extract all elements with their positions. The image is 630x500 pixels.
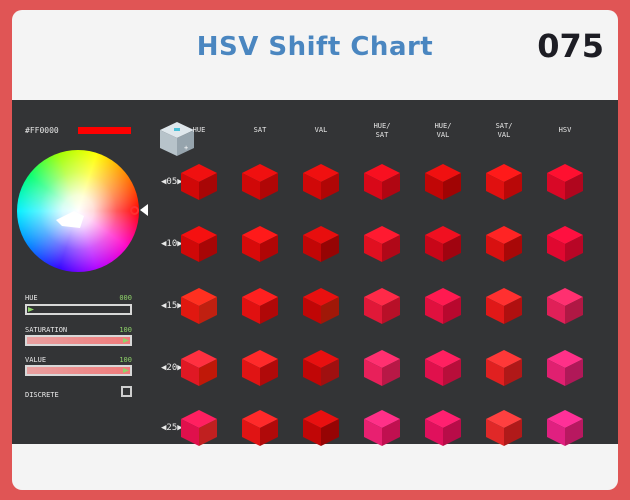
cube-cell[interactable] <box>240 286 280 326</box>
column-header-4: HUE/ VAL <box>434 122 452 139</box>
value-slider-label: VALUE <box>25 356 47 364</box>
chart-number: 075 <box>537 27 604 65</box>
cube-cell[interactable] <box>240 408 280 448</box>
row-step-value: 25 <box>166 423 178 433</box>
row-step-value: 20 <box>166 363 178 373</box>
row-step-value: 05 <box>166 177 178 187</box>
cube-cell[interactable] <box>301 286 341 326</box>
cube-cell[interactable] <box>362 348 402 388</box>
value-slider-fill <box>27 367 130 374</box>
saturation-slider[interactable] <box>25 335 132 346</box>
column-header-0: HUE <box>192 126 206 134</box>
wheel-pointer-icon <box>140 204 148 216</box>
row-step-value: 10 <box>166 239 178 249</box>
cube-cell[interactable] <box>545 348 585 388</box>
cube-cell[interactable] <box>240 348 280 388</box>
cube-cell[interactable] <box>484 286 524 326</box>
editor-panel: #FF0000 HUE 000 SATURATION 100 VALUE 100… <box>12 100 618 446</box>
cube-cell[interactable] <box>423 162 463 202</box>
cube-cell[interactable] <box>362 286 402 326</box>
column-header-3: HUE/ SAT <box>373 122 391 139</box>
cube-cell[interactable] <box>179 286 219 326</box>
discrete-label: DISCRETE <box>25 391 59 399</box>
cube-cell[interactable] <box>179 348 219 388</box>
saturation-slider-knob-icon[interactable] <box>123 338 129 343</box>
saturation-slider-value: 100 <box>119 326 132 334</box>
column-header-1: SAT <box>253 126 267 134</box>
wheel-highlight-icon <box>56 211 84 228</box>
column-header-2: VAL <box>314 126 328 134</box>
saturation-slider-label: SATURATION <box>25 326 68 334</box>
value-slider-knob-icon[interactable] <box>123 368 129 373</box>
cube-cell[interactable] <box>545 408 585 448</box>
cube-cell[interactable] <box>484 348 524 388</box>
cube-cell[interactable] <box>301 224 341 264</box>
wheel-selector[interactable] <box>130 206 139 215</box>
cube-cell[interactable] <box>362 408 402 448</box>
cube-cell[interactable] <box>179 408 219 448</box>
cube-cell[interactable] <box>179 224 219 264</box>
cube-cell[interactable] <box>484 162 524 202</box>
page-title: HSV Shift Chart <box>196 32 434 62</box>
value-slider-value: 100 <box>119 356 132 364</box>
cube-cell[interactable] <box>301 348 341 388</box>
cube-cell[interactable] <box>362 162 402 202</box>
cube-cell[interactable] <box>423 286 463 326</box>
cube-cell[interactable] <box>423 408 463 448</box>
cube-cell[interactable] <box>484 408 524 448</box>
cube-cell[interactable] <box>423 348 463 388</box>
discrete-checkbox[interactable] <box>121 386 132 397</box>
svg-text:+: + <box>184 144 188 152</box>
hue-slider-value: 000 <box>119 294 132 302</box>
cube-cell[interactable] <box>545 286 585 326</box>
cube-cell[interactable] <box>240 224 280 264</box>
column-header-6: HSV <box>558 126 572 134</box>
cube-cell[interactable] <box>423 224 463 264</box>
cube-cell[interactable] <box>362 224 402 264</box>
hue-slider[interactable] <box>25 304 132 315</box>
value-slider[interactable] <box>25 365 132 376</box>
cube-cell[interactable] <box>240 162 280 202</box>
saturation-slider-fill <box>27 337 130 344</box>
cube-cell[interactable] <box>301 408 341 448</box>
cube-cell[interactable] <box>545 162 585 202</box>
column-header-5: SAT/ VAL <box>495 122 513 139</box>
cube-cell[interactable] <box>301 162 341 202</box>
card: HSV Shift Chart 075 #FF0000 HUE 000 SATU… <box>12 10 618 490</box>
row-step-value: 15 <box>166 301 178 311</box>
hue-slider-knob-icon[interactable] <box>28 307 34 312</box>
cube-cell[interactable] <box>179 162 219 202</box>
cube-cell[interactable] <box>484 224 524 264</box>
hue-slider-label: HUE <box>25 294 38 302</box>
cube-cell[interactable] <box>545 224 585 264</box>
hex-color-label: #FF0000 <box>25 126 59 135</box>
color-swatch <box>78 127 131 134</box>
